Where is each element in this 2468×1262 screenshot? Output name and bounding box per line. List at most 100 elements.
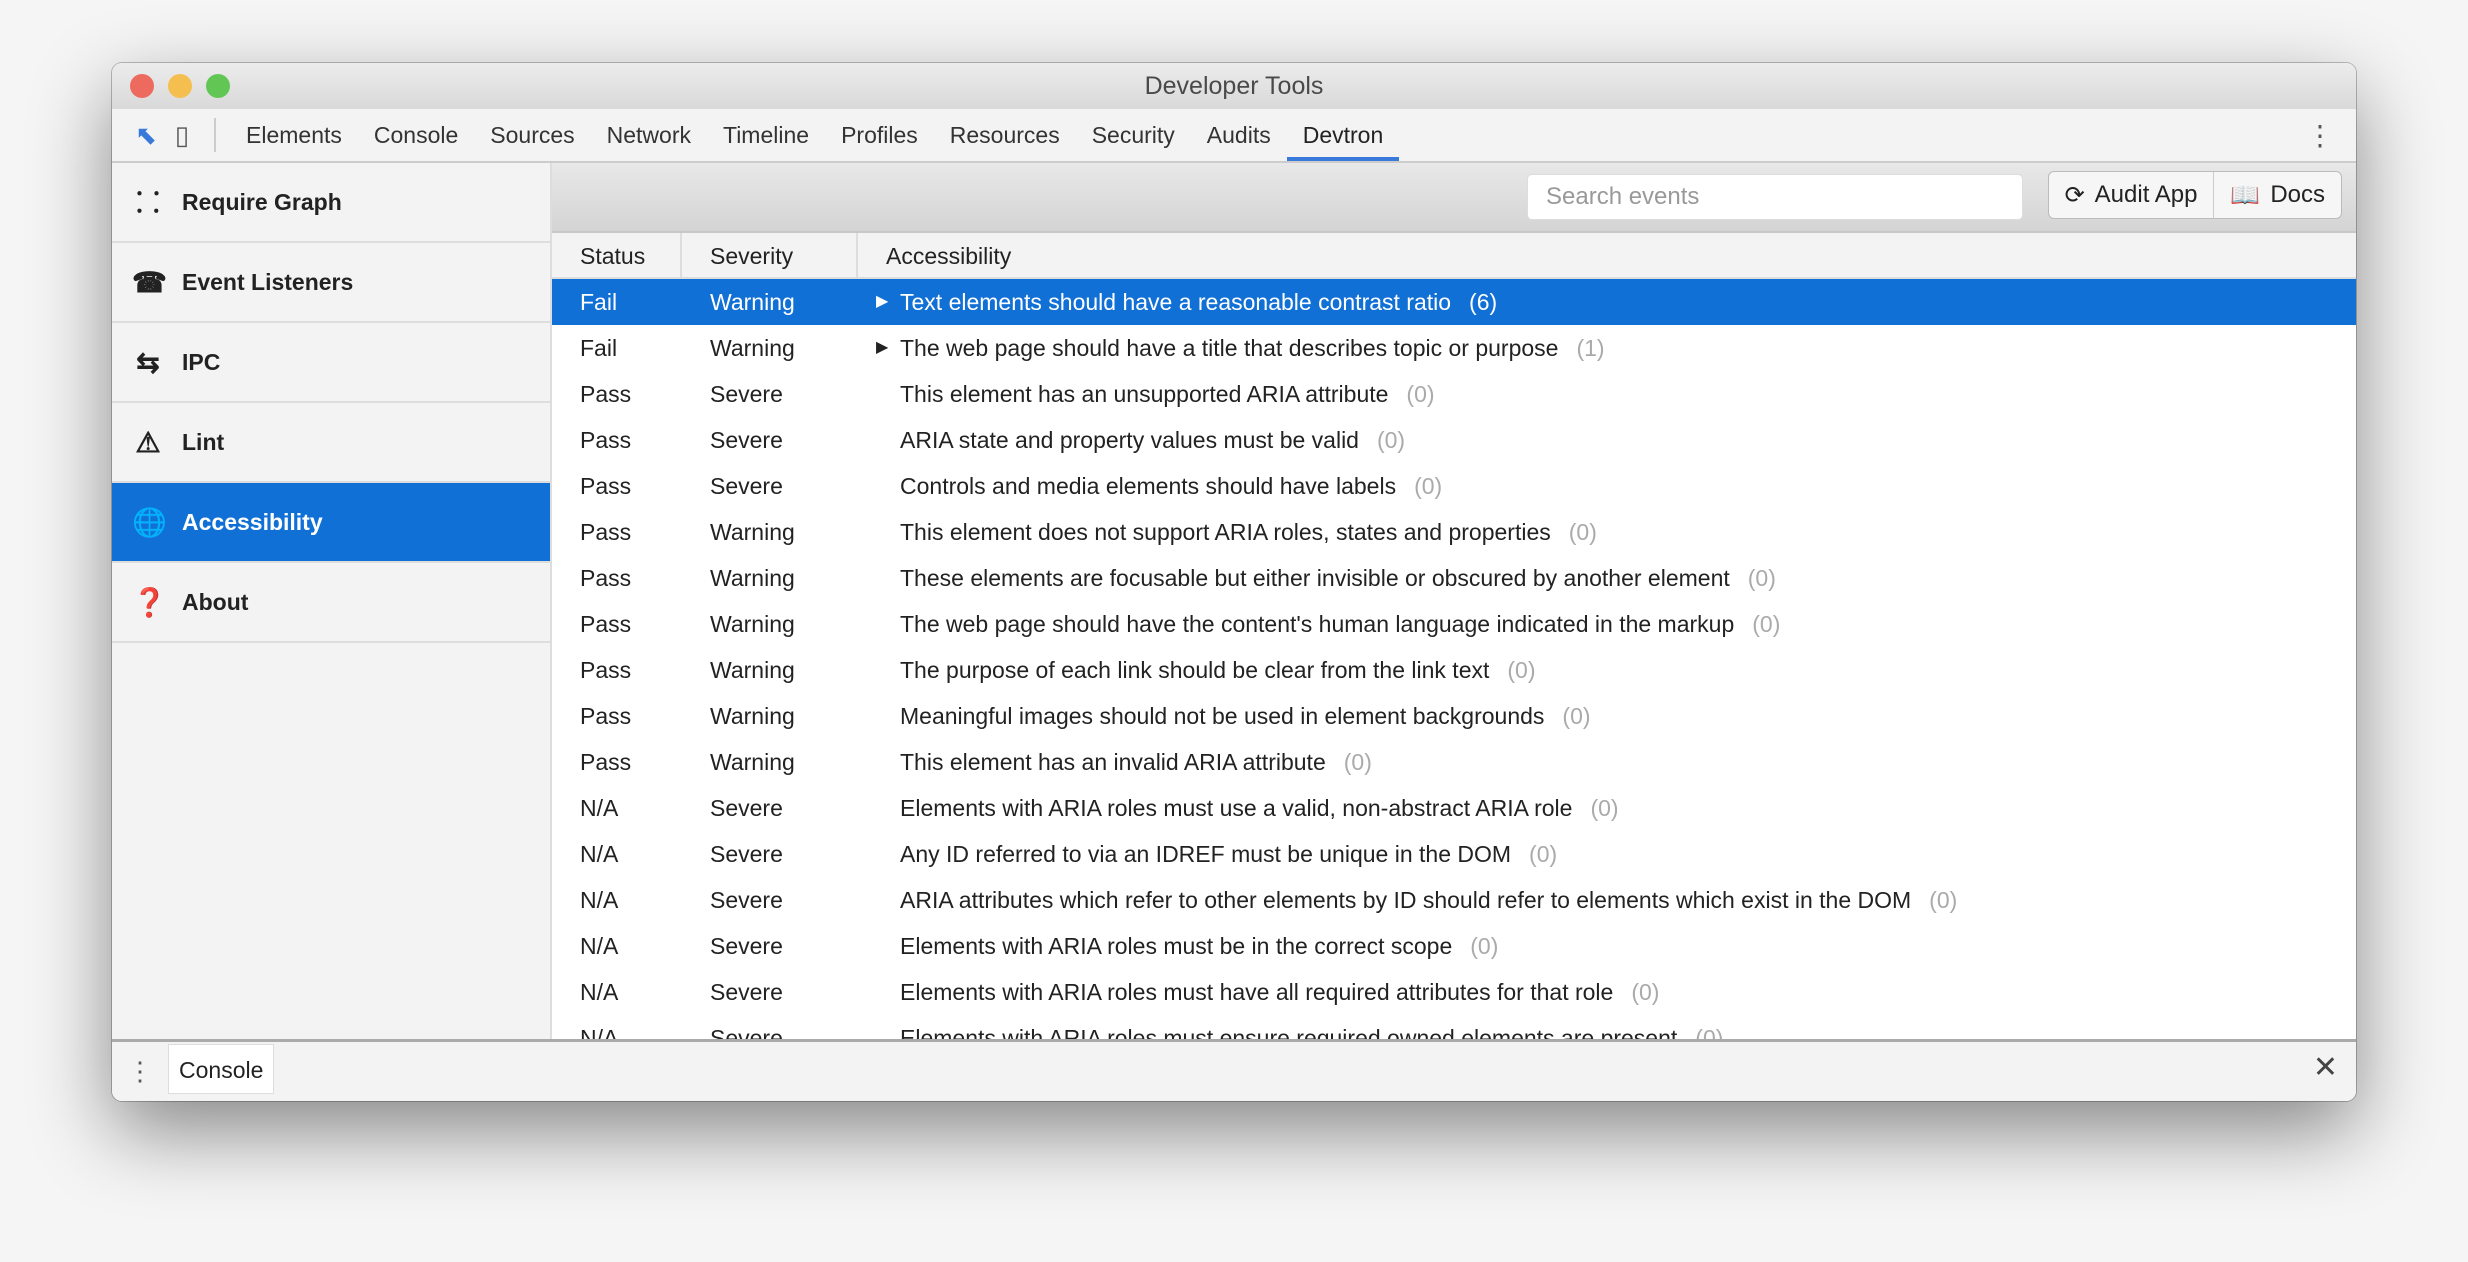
table-header: Status Severity Accessibility <box>552 233 2356 279</box>
sidebar: ⸬ Require Graph ☎ Event Listeners ⇆ IPC ⚠ Lint 🌐… <box>112 163 552 1039</box>
table-row[interactable]: Fail Warning ▶ The web page should have a t… <box>552 325 2356 371</box>
sidebar-item-ipc[interactable]: ⇆ IPC <box>112 323 550 403</box>
table-row[interactable]: Pass Warning This element does not support… <box>552 509 2356 555</box>
sitemap-icon: ⸬ <box>136 187 160 218</box>
rule-text: Any ID referred to via an IDREF must be … <box>900 841 1512 867</box>
header-severity[interactable]: Severity <box>682 233 858 277</box>
title-bar: Developer Tools <box>112 63 2356 109</box>
rule-text: ARIA attributes which refer to other ele… <box>900 887 1912 913</box>
count: (0) <box>1747 565 1776 591</box>
severity-cell: Severe <box>710 427 783 453</box>
close-drawer-icon[interactable]: ✕ <box>2313 1050 2338 1085</box>
count: (0) <box>1562 703 1591 729</box>
table-row[interactable]: Pass Warning This element has an invalid A… <box>552 739 2356 785</box>
rule-text: This element has an invalid ARIA attribu… <box>900 749 1326 775</box>
severity-cell: Severe <box>710 381 783 407</box>
sidebar-item-about[interactable]: ❓ About <box>112 563 550 643</box>
table-row[interactable]: Pass Warning These elements are focusable … <box>552 555 2356 601</box>
sidebar-item-label: Event Listeners <box>182 268 354 295</box>
table-row[interactable]: Pass Severe This element has an unsupporte… <box>552 371 2356 417</box>
zoom-window-button[interactable] <box>206 74 230 98</box>
search-input[interactable] <box>1527 174 2023 220</box>
devtools-window: Developer Tools ⬉ ▯ Elements Console Sourc… <box>112 63 2356 1101</box>
console-drawer: ⋮ Console ✕ <box>112 1039 2356 1101</box>
severity-cell: Warning <box>710 611 795 637</box>
header-accessibility[interactable]: Accessibility <box>858 233 2356 277</box>
more-options-icon[interactable]: ⋮ <box>2306 119 2334 152</box>
audit-app-button[interactable]: ⟳ Audit App <box>2049 172 2214 218</box>
count: (6) <box>1469 289 1498 315</box>
status-cell: Pass <box>580 473 632 499</box>
status-cell: N/A <box>580 795 619 821</box>
table-row[interactable]: Pass Warning The purpose of each link shou… <box>552 647 2356 693</box>
tab-audits[interactable]: Audits <box>1191 109 1287 161</box>
globe-icon: 🌐 <box>132 506 167 538</box>
table-row[interactable]: Pass Warning Meaningful images should not … <box>552 693 2356 739</box>
table-row[interactable]: N/A Severe ARIA attributes which refer to … <box>552 877 2356 923</box>
status-cell: N/A <box>580 979 619 1005</box>
status-cell: Pass <box>580 427 632 453</box>
rule-text: The web page should have the content's h… <box>900 611 1735 637</box>
severity-cell: Warning <box>710 565 795 591</box>
rule-text: Elements with ARIA roles must ensure req… <box>900 1025 1678 1039</box>
minimize-window-button[interactable] <box>168 74 192 98</box>
header-status[interactable]: Status <box>552 233 682 277</box>
table-row[interactable]: Pass Severe ARIA state and property values… <box>552 417 2356 463</box>
tab-console[interactable]: Console <box>358 109 474 161</box>
sidebar-item-event-listeners[interactable]: ☎ Event Listeners <box>112 243 550 323</box>
tab-resources[interactable]: Resources <box>934 109 1076 161</box>
question-icon: ❓ <box>132 586 167 618</box>
exchange-icon: ⇆ <box>136 346 160 378</box>
tab-network[interactable]: Network <box>591 109 707 161</box>
severity-cell: Warning <box>710 657 795 683</box>
rule-text: Elements with ARIA roles must have all r… <box>900 979 1614 1005</box>
severity-cell: Warning <box>710 749 795 775</box>
table-row[interactable]: N/A Severe Elements with ARIA roles must e… <box>552 1015 2356 1039</box>
status-cell: Pass <box>580 381 632 407</box>
tab-security[interactable]: Security <box>1076 109 1191 161</box>
sidebar-item-lint[interactable]: ⚠ Lint <box>112 403 550 483</box>
inspect-element-icon[interactable]: ⬉ <box>128 117 164 153</box>
sidebar-item-accessibility[interactable]: 🌐 Accessibility <box>112 483 550 563</box>
device-mode-icon[interactable]: ▯ <box>164 117 200 153</box>
severity-cell: Severe <box>710 473 783 499</box>
tab-sources[interactable]: Sources <box>474 109 590 161</box>
docs-button[interactable]: 📖 Docs <box>2213 172 2341 218</box>
severity-cell: Warning <box>710 519 795 545</box>
rule-text: The web page should have a title that de… <box>900 335 1559 361</box>
tab-devtron[interactable]: Devtron <box>1286 109 1400 161</box>
drawer-tab-console[interactable]: Console <box>168 1043 275 1094</box>
table-row[interactable]: Fail Warning ▶ Text elements should have a … <box>552 279 2356 325</box>
tab-timeline[interactable]: Timeline <box>707 109 825 161</box>
table-row[interactable]: N/A Severe Any ID referred to via an IDREF… <box>552 831 2356 877</box>
table-row[interactable]: N/A Severe Elements with ARIA roles must u… <box>552 785 2356 831</box>
table-row[interactable]: N/A Severe Elements with ARIA roles must h… <box>552 969 2356 1015</box>
count: (0) <box>1406 381 1435 407</box>
table-row[interactable]: Pass Severe Controls and media elements sh… <box>552 463 2356 509</box>
drawer-menu-icon[interactable]: ⋮ <box>112 1056 168 1087</box>
status-cell: N/A <box>580 887 619 913</box>
sidebar-item-require-graph[interactable]: ⸬ Require Graph <box>112 163 550 243</box>
sidebar-item-label: About <box>182 588 249 615</box>
status-cell: N/A <box>580 933 619 959</box>
table-row[interactable]: N/A Severe Elements with ARIA roles must b… <box>552 923 2356 969</box>
expand-triangle-icon[interactable]: ▶ <box>876 325 894 371</box>
rule-text: ARIA state and property values must be v… <box>900 427 1359 453</box>
expand-triangle-icon[interactable]: ▶ <box>876 279 894 325</box>
close-window-button[interactable] <box>130 74 154 98</box>
tab-profiles[interactable]: Profiles <box>825 109 934 161</box>
tab-elements[interactable]: Elements <box>230 109 358 161</box>
rule-text: This element does not support ARIA roles… <box>900 519 1551 545</box>
severity-cell: Warning <box>710 335 795 361</box>
status-cell: Pass <box>580 749 632 775</box>
severity-cell: Severe <box>710 1025 783 1039</box>
table-row[interactable]: Pass Warning The web page should have the … <box>552 601 2356 647</box>
status-cell: N/A <box>580 841 619 867</box>
